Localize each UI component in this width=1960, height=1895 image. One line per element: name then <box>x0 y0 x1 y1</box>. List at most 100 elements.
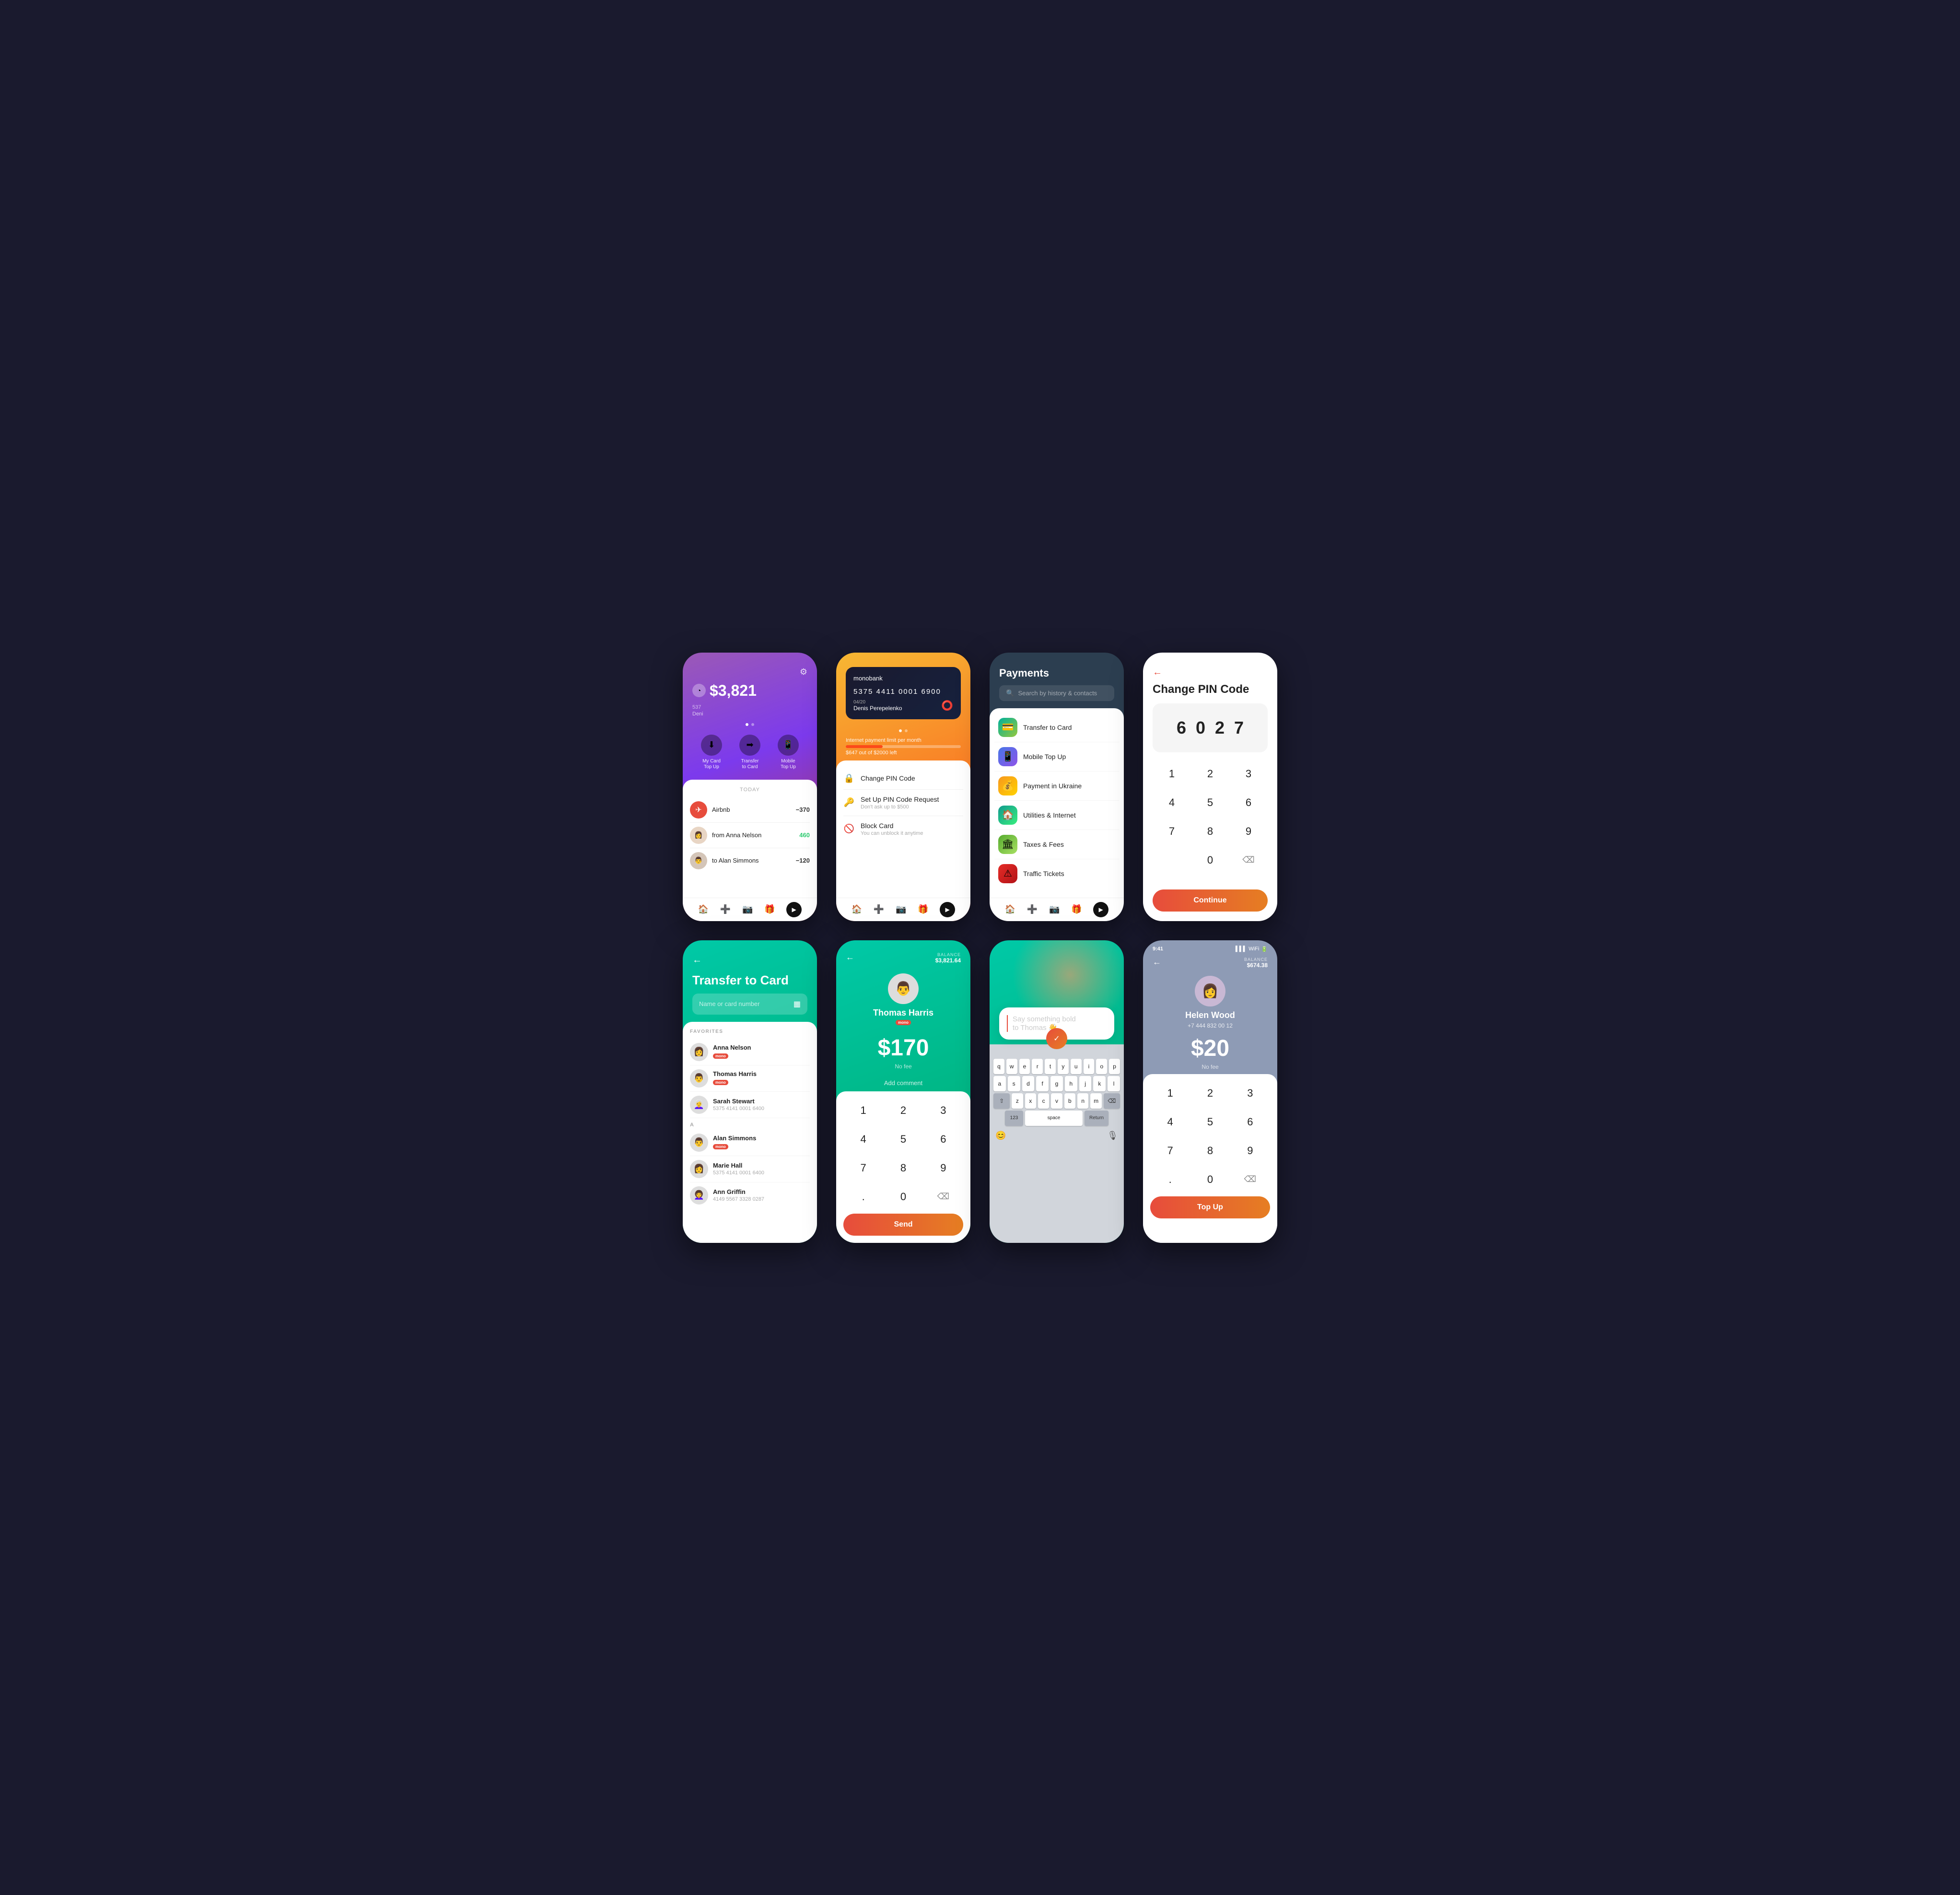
menu-set-pin[interactable]: 🔑 Set Up PIN Code Request Don't ask up t… <box>843 790 963 816</box>
contact-thomas-harris[interactable]: 👨 Thomas Harris mono <box>690 1065 810 1092</box>
kb-n[interactable]: n <box>1077 1093 1088 1109</box>
h-key-6[interactable]: 6 <box>1236 1110 1264 1134</box>
payment-transfer[interactable]: 💳 Transfer to Card <box>994 713 1119 742</box>
contact-sarah-stewart[interactable]: 👩‍🦳 Sarah Stewart 5375 4141 0001 6400 <box>690 1092 810 1118</box>
continue-button[interactable]: Continue <box>1153 889 1268 912</box>
kb-c[interactable]: c <box>1038 1093 1049 1109</box>
back-button-transfer[interactable]: ← <box>692 955 807 966</box>
kb-i[interactable]: i <box>1084 1059 1095 1074</box>
nav2-play[interactable]: ▶ <box>940 902 955 917</box>
h-key-8[interactable]: 8 <box>1196 1139 1225 1163</box>
nav-play[interactable]: ▶ <box>786 902 802 917</box>
back-button-pin[interactable]: ← <box>1143 653 1277 680</box>
kb-j[interactable]: j <box>1079 1076 1092 1091</box>
h-key-7[interactable]: 7 <box>1156 1139 1185 1163</box>
key-9[interactable]: 9 <box>1234 819 1263 843</box>
nav-camera[interactable]: 📷 <box>742 904 753 914</box>
nav3-home[interactable]: 🏠 <box>1005 904 1015 914</box>
nav2-home[interactable]: 🏠 <box>852 904 862 914</box>
topup-button[interactable]: Top Up <box>1150 1196 1270 1218</box>
h-key-4[interactable]: 4 <box>1156 1110 1185 1134</box>
h-key-dot[interactable]: . <box>1156 1168 1185 1192</box>
search-bar[interactable]: 🔍 Search by history & contacts <box>999 685 1114 701</box>
kb-a[interactable]: a <box>993 1076 1006 1091</box>
kb-shift[interactable]: ⇧ <box>993 1093 1010 1109</box>
send-button[interactable]: Send <box>843 1214 963 1236</box>
kb-q[interactable]: q <box>993 1059 1004 1074</box>
h-key-delete[interactable]: ⌫ <box>1236 1168 1264 1192</box>
kb-y[interactable]: y <box>1058 1059 1069 1074</box>
t-key-1[interactable]: 1 <box>849 1099 878 1123</box>
t-key-8[interactable]: 8 <box>889 1156 918 1180</box>
kb-s[interactable]: s <box>1008 1076 1020 1091</box>
kb-space[interactable]: space <box>1025 1111 1083 1126</box>
nav3-play[interactable]: ▶ <box>1093 902 1108 917</box>
key-1[interactable]: 1 <box>1157 762 1186 786</box>
t-key-6[interactable]: 6 <box>929 1127 957 1151</box>
kb-v[interactable]: v <box>1051 1093 1062 1109</box>
kb-b[interactable]: b <box>1064 1093 1075 1109</box>
payment-taxes[interactable]: 🏛 Taxes & Fees <box>994 830 1119 859</box>
t-key-0[interactable]: 0 <box>889 1185 918 1209</box>
menu-change-pin[interactable]: 🔒 Change PIN Code <box>843 768 963 790</box>
send-circle-btn[interactable]: ✓ <box>1046 1028 1067 1049</box>
kb-z[interactable]: z <box>1012 1093 1023 1109</box>
kb-x[interactable]: x <box>1025 1093 1036 1109</box>
t-key-4[interactable]: 4 <box>849 1127 878 1151</box>
add-comment-btn[interactable]: Add comment <box>836 1075 970 1091</box>
h-key-0[interactable]: 0 <box>1196 1168 1225 1192</box>
contact-alan-simmons[interactable]: 👨 Alan Simmons mono <box>690 1130 810 1156</box>
nav2-camera[interactable]: 📷 <box>896 904 906 914</box>
payment-utilities[interactable]: 🏠 Utilities & Internet <box>994 801 1119 830</box>
scan-card-icon[interactable]: ▦ <box>793 999 801 1009</box>
t-key-3[interactable]: 3 <box>929 1099 957 1123</box>
payment-traffic[interactable]: ⚠ Traffic Tickets <box>994 859 1119 888</box>
contact-ann-griffin[interactable]: 👩‍🦱 Ann Griffin 4149 5567 3328 0287 <box>690 1182 810 1208</box>
key-6[interactable]: 6 <box>1234 791 1263 815</box>
kb-t[interactable]: t <box>1045 1059 1056 1074</box>
h-key-2[interactable]: 2 <box>1196 1081 1225 1105</box>
transfer-to-card-btn[interactable]: ➡ Transferto Card <box>739 735 760 770</box>
payment-ukraine[interactable]: 💰 Payment in Ukraine <box>994 772 1119 801</box>
t-key-2[interactable]: 2 <box>889 1099 918 1123</box>
h-key-5[interactable]: 5 <box>1196 1110 1225 1134</box>
kb-l[interactable]: l <box>1108 1076 1120 1091</box>
t-key-dot[interactable]: . <box>849 1185 878 1209</box>
key-7[interactable]: 7 <box>1157 819 1186 843</box>
kb-emoji-icon[interactable]: 😊 <box>995 1131 1006 1141</box>
t-key-5[interactable]: 5 <box>889 1127 918 1151</box>
my-card-topup-btn[interactable]: ⬇ My CardTop Up <box>701 735 722 770</box>
kb-backspace[interactable]: ⌫ <box>1104 1093 1120 1109</box>
menu-block-card[interactable]: 🚫 Block Card You can unblock it anytime <box>843 816 963 842</box>
kb-e[interactable]: e <box>1019 1059 1030 1074</box>
back-button-helen[interactable]: ← <box>1153 957 1161 967</box>
t-key-9[interactable]: 9 <box>929 1156 957 1180</box>
t-key-delete[interactable]: ⌫ <box>929 1185 957 1209</box>
contact-anna-nelson[interactable]: 👩 Anna Nelson mono <box>690 1039 810 1065</box>
t-key-7[interactable]: 7 <box>849 1156 878 1180</box>
nav3-plus[interactable]: ➕ <box>1027 904 1038 914</box>
key-5[interactable]: 5 <box>1196 791 1225 815</box>
kb-m[interactable]: m <box>1090 1093 1101 1109</box>
key-delete[interactable]: ⌫ <box>1234 848 1263 872</box>
kb-u[interactable]: u <box>1071 1059 1082 1074</box>
kb-f[interactable]: f <box>1036 1076 1049 1091</box>
mobile-topup-btn[interactable]: 📱 MobileTop Up <box>778 735 799 770</box>
kb-g[interactable]: g <box>1050 1076 1063 1091</box>
kb-p[interactable]: p <box>1109 1059 1120 1074</box>
nav2-plus[interactable]: ➕ <box>874 904 884 914</box>
back-button-thomas[interactable]: ← <box>846 952 854 962</box>
kb-h[interactable]: h <box>1065 1076 1077 1091</box>
h-key-1[interactable]: 1 <box>1156 1081 1185 1105</box>
key-3[interactable]: 3 <box>1234 762 1263 786</box>
nav-gift[interactable]: 🎁 <box>764 904 775 914</box>
kb-o[interactable]: o <box>1096 1059 1107 1074</box>
kb-w[interactable]: w <box>1006 1059 1017 1074</box>
kb-d[interactable]: d <box>1022 1076 1035 1091</box>
key-4[interactable]: 4 <box>1157 791 1186 815</box>
nav-home[interactable]: 🏠 <box>698 904 709 914</box>
key-0[interactable]: 0 <box>1196 848 1225 872</box>
kb-k[interactable]: k <box>1093 1076 1106 1091</box>
key-2[interactable]: 2 <box>1196 762 1225 786</box>
nav3-gift[interactable]: 🎁 <box>1071 904 1082 914</box>
